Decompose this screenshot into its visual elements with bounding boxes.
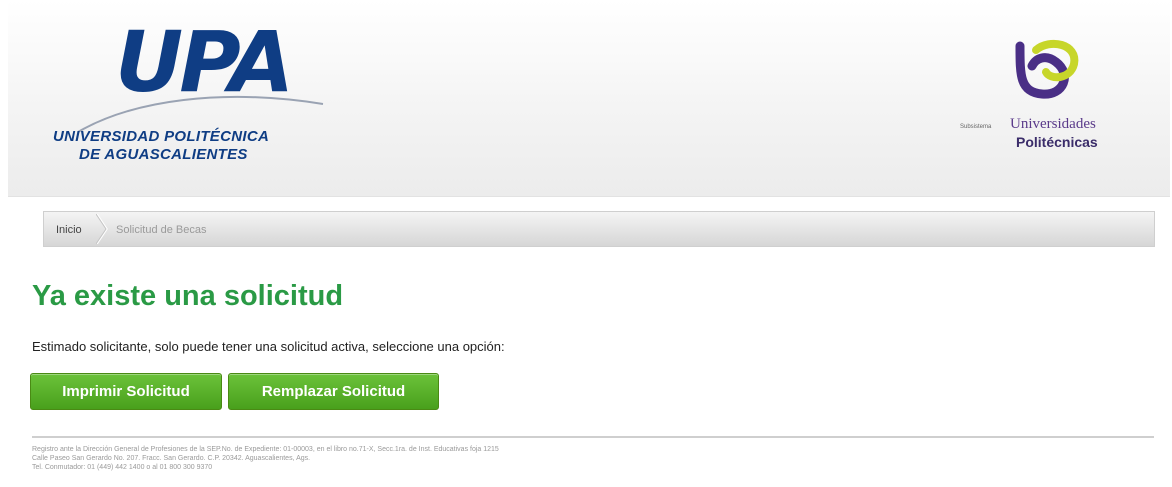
universidades-politecnicas-mark-icon — [1015, 39, 1079, 99]
footer-divider — [32, 436, 1154, 438]
upa-logo[interactable]: UPA UNIVERSIDAD POLITÉCNICA DE AGUASCALI… — [53, 20, 353, 180]
breadcrumb: Inicio Solicitud de Becas — [43, 211, 1155, 247]
up-name-line2: Politécnicas — [1016, 134, 1098, 150]
university-name-line2: DE AGUASCALIENTES — [79, 146, 248, 163]
footer: Registro ante la Dirección General de Pr… — [32, 445, 1132, 472]
up-small-text: Subsistema — [960, 124, 992, 130]
breadcrumb-home-link[interactable]: Inicio — [56, 223, 82, 237]
page-title: Ya existe una solicitud — [32, 280, 344, 312]
footer-address: Calle Paseo San Gerardo No. 207. Fracc. … — [32, 455, 311, 462]
footer-registration: Registro ante la Dirección General de Pr… — [32, 446, 499, 453]
upa-letters: UPA — [115, 13, 294, 111]
university-name-line1: UNIVERSIDAD POLITÉCNICA — [53, 128, 270, 145]
university-name: UNIVERSIDAD POLITÉCNICA DE AGUASCALIENTE… — [53, 128, 269, 164]
footer-phone: Tel. Conmutador: 01 (449) 442 1400 o al … — [32, 464, 213, 471]
print-request-button[interactable]: Imprimir Solicitud — [30, 373, 222, 410]
breadcrumb-separator-icon — [96, 214, 108, 244]
info-message: Estimado solicitante, solo puede tener u… — [32, 339, 505, 354]
up-name-line1: Universidades — [1010, 116, 1096, 132]
replace-request-button[interactable]: Remplazar Solicitud — [228, 373, 439, 410]
breadcrumb-current: Solicitud de Becas — [116, 224, 207, 236]
universidades-politecnicas-logo[interactable]: Subsistema Universidades Politécnicas — [960, 36, 1130, 166]
site-header: UPA UNIVERSIDAD POLITÉCNICA DE AGUASCALI… — [8, 0, 1170, 197]
